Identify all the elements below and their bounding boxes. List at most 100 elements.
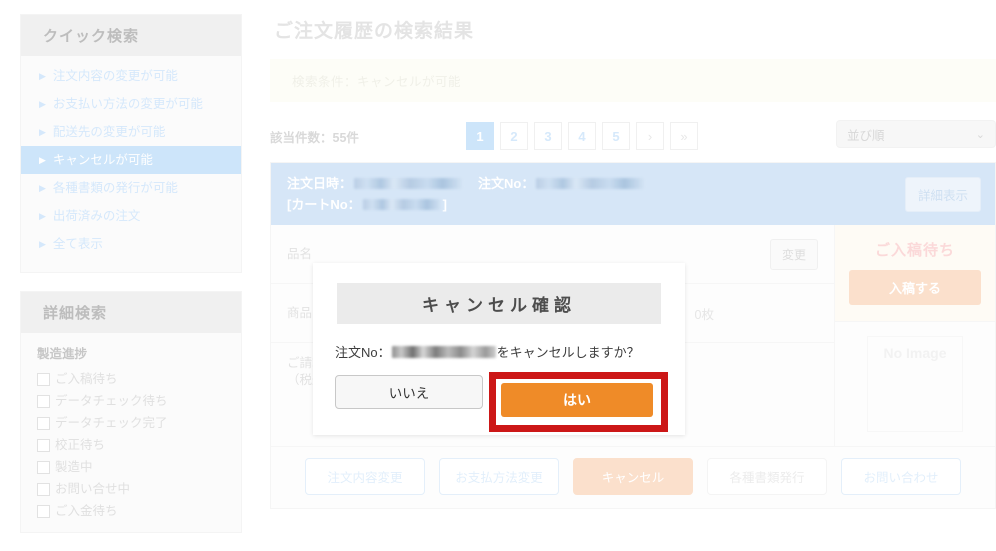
page-button-3[interactable]: 3 (534, 122, 562, 150)
quick-search-list: ▶ 注文内容の変更が可能 ▶ お支払い方法の変更が可能 ▶ 配送先の変更が可能 … (21, 56, 241, 272)
checkbox-icon[interactable] (37, 504, 50, 518)
detail-view-button[interactable]: 詳細表示 (904, 176, 981, 212)
order-action-bar: 注文内容変更 お支払方法変更 キャンセル 各種書類発行 お問い合わせ (271, 446, 995, 508)
dialog-message-suffix: をキャンセルしますか？ (496, 345, 640, 360)
checkbox-row-datacheck-waiting[interactable]: データチェック待ち (37, 390, 241, 412)
production-progress-label: 製造進捗 (37, 347, 88, 361)
checkbox-icon[interactable] (37, 372, 50, 386)
order-status-column: ご入稿待ち 入稿する No Image (835, 225, 995, 446)
result-count: 該当件数：55件 (270, 130, 359, 145)
triangle-right-icon: ▶ (39, 210, 46, 221)
cart-no-label: [カートNo： (287, 197, 361, 212)
checkbox-row-waiting-submission[interactable]: ご入稿待ち (37, 368, 241, 390)
triangle-right-icon: ▶ (39, 182, 46, 193)
dialog-no-button[interactable]: いいえ (335, 375, 483, 409)
sidebar-item-label: 出荷済みの注文 (52, 209, 141, 223)
checkbox-row-in-production[interactable]: 製造中 (37, 456, 241, 478)
sort-order-value: 並び順 (847, 128, 885, 143)
order-date-line: 注文日時： 注文No： (287, 173, 646, 194)
sidebar-item-label: 注文内容の変更が可能 (52, 69, 178, 83)
next-page-icon[interactable]: › (636, 122, 664, 150)
change-button[interactable]: 変更 (769, 238, 818, 270)
chevron-down-icon: ⌄ (975, 128, 985, 141)
checkbox-icon[interactable] (37, 394, 50, 408)
detail-search-title: 詳細検索 (21, 292, 241, 333)
contact-us-button[interactable]: お問い合わせ (841, 458, 961, 495)
status-badge: ご入稿待ち (874, 242, 955, 259)
status-box: ご入稿待ち 入稿する (835, 225, 995, 322)
page-title: ご注文履歴の検索結果 (274, 21, 475, 42)
pagination-row: 該当件数：55件 1 2 3 4 5 › » 並び順 ⌄ (270, 116, 996, 156)
app-page: クイック検索 ▶ 注文内容の変更が可能 ▶ お支払い方法の変更が可能 ▶ 配送先… (0, 0, 996, 546)
last-page-icon[interactable]: » (670, 122, 698, 150)
triangle-right-icon: ▶ (39, 154, 46, 165)
sidebar-item-cancelable[interactable]: ▶ キャンセルが可能 (21, 146, 241, 174)
cart-no-redacted (362, 199, 441, 210)
checkbox-row-proof-waiting[interactable]: 校正待ち (37, 434, 241, 456)
checkbox-label: ご入稿待ち (55, 372, 118, 386)
sidebar-item-label: 全て表示 (52, 237, 103, 251)
checkbox-row-datacheck-done[interactable]: データチェック完了 (37, 412, 241, 434)
dialog-title: キャンセル確認 (337, 283, 661, 324)
sidebar-item-shipped[interactable]: ▶ 出荷済みの注文 (21, 202, 241, 230)
row-label-product-name: 品名 (287, 246, 313, 261)
checkbox-label: データチェック完了 (55, 416, 168, 430)
order-no-redacted (536, 178, 645, 189)
dialog-message-prefix: 注文No： (335, 345, 391, 360)
checkbox-label: お問い合せ中 (55, 482, 131, 496)
checkbox-row-payment-waiting[interactable]: ご入金待ち (37, 500, 241, 522)
row-action-cell: 変更 (728, 238, 834, 270)
order-date-label: 注文日時： (287, 176, 353, 191)
triangle-right-icon: ▶ (39, 70, 46, 81)
checkbox-icon[interactable] (37, 416, 50, 430)
checkbox-label: ご入金待ち (55, 504, 118, 518)
checkbox-icon[interactable] (37, 438, 50, 452)
issue-documents-button[interactable]: 各種書類発行 (707, 458, 827, 495)
triangle-right-icon: ▶ (39, 98, 46, 109)
order-header-text: 注文日時： 注文No： [カートNo： ] (287, 173, 646, 215)
order-card-header: 注文日時： 注文No： [カートNo： ] 詳細表示 (271, 163, 995, 225)
order-no-label: 注文No： (478, 176, 535, 191)
dialog-message: 注文No： をキャンセルしますか？ (313, 324, 685, 361)
thumbnail-area: No Image (835, 322, 995, 446)
dialog-yes-button[interactable]: はい (501, 383, 653, 417)
sidebar: クイック検索 ▶ 注文内容の変更が可能 ▶ お支払い方法の変更が可能 ▶ 配送先… (20, 14, 242, 551)
search-condition-banner: 検索条件：キャンセルが可能 (270, 59, 996, 102)
checkbox-row-inquiry[interactable]: お問い合せ中 (37, 478, 241, 500)
checkbox-icon[interactable] (37, 482, 50, 496)
cart-no-line: [カートNo： ] (287, 194, 646, 215)
quick-search-title: クイック検索 (21, 15, 241, 56)
page-button-1[interactable]: 1 (466, 122, 494, 150)
dialog-yes-button-wrapper: はい (501, 383, 653, 417)
sidebar-item-order-change[interactable]: ▶ 注文内容の変更が可能 (21, 62, 241, 90)
sidebar-item-show-all[interactable]: ▶ 全て表示 (21, 230, 241, 258)
quick-search-panel: クイック検索 ▶ 注文内容の変更が可能 ▶ お支払い方法の変更が可能 ▶ 配送先… (20, 14, 242, 273)
sidebar-item-label: 各種書類の発行が可能 (52, 181, 178, 195)
sort-order-select[interactable]: 並び順 ⌄ (836, 120, 996, 148)
sidebar-item-documents[interactable]: ▶ 各種書類の発行が可能 (21, 174, 241, 202)
sidebar-item-label: お支払い方法の変更が可能 (52, 97, 203, 111)
page-button-2[interactable]: 2 (500, 122, 528, 150)
thumbnail-placeholder: No Image (867, 336, 963, 432)
cancel-order-button[interactable]: キャンセル (573, 458, 693, 495)
sidebar-item-shipping-change[interactable]: ▶ 配送先の変更が可能 (21, 118, 241, 146)
triangle-right-icon: ▶ (39, 126, 46, 137)
detail-search-body: 製造進捗 ご入稿待ち データチェック待ち データチェック完了 校正待ち 製造中 … (21, 333, 241, 532)
sidebar-item-label: 配送先の変更が可能 (52, 125, 166, 139)
page-button-4[interactable]: 4 (568, 122, 596, 150)
triangle-right-icon: ▶ (39, 238, 46, 249)
order-date-redacted (354, 178, 463, 189)
sidebar-item-payment-change[interactable]: ▶ お支払い方法の変更が可能 (21, 90, 241, 118)
cart-no-suffix: ] (442, 197, 448, 212)
change-order-content-button[interactable]: 注文内容変更 (305, 458, 425, 495)
dialog-order-no-redacted (391, 345, 496, 358)
page-button-5[interactable]: 5 (602, 122, 630, 150)
checkbox-icon[interactable] (37, 460, 50, 474)
change-payment-method-button[interactable]: お支払方法変更 (439, 458, 559, 495)
pagination: 1 2 3 4 5 › » (466, 122, 698, 150)
checkbox-label: 製造中 (55, 460, 93, 474)
checkbox-label: データチェック待ち (55, 394, 168, 408)
detail-search-panel: 詳細検索 製造進捗 ご入稿待ち データチェック待ち データチェック完了 校正待ち… (20, 291, 242, 533)
submit-data-button[interactable]: 入稿する (849, 270, 981, 305)
checkbox-label: 校正待ち (55, 438, 106, 452)
